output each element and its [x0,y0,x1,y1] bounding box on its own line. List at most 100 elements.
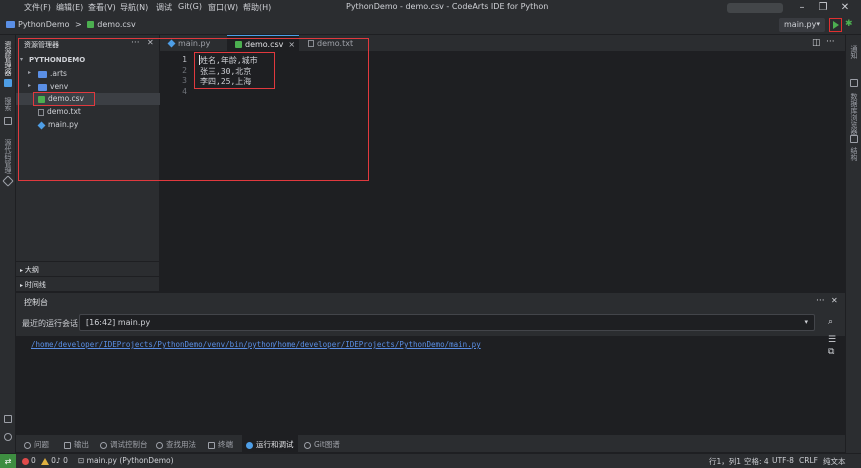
strip-source-control[interactable]: 源代码管理 [3,139,13,174]
tab-label: demo.csv [245,40,284,49]
menu-debug[interactable]: 调试 [156,2,172,13]
menu-view[interactable]: 查看(V) [88,2,116,13]
status-eol[interactable]: CRLF [799,456,818,465]
project-root[interactable]: ▾ PYTHONDEMO [16,55,160,67]
close-panel-icon[interactable]: ✕ [831,296,838,305]
warning-icon [41,457,50,465]
timeline-label: 时间线 [24,281,46,289]
folder-icon [38,83,47,91]
console-output[interactable]: /home/developer/IDEProjects/PythonDemo/v… [22,337,816,432]
tree-item-venv[interactable]: ▸ venv [16,81,160,93]
tab-demo-csv[interactable]: demo.csv × [227,35,299,52]
account-icon[interactable] [4,415,12,423]
menu-edit[interactable]: 编辑(E) [56,2,83,13]
more-actions-icon[interactable]: ··· [131,38,140,48]
play-icon [833,21,839,29]
text-file-icon [308,40,314,47]
blurred-account-area [727,3,783,13]
tab-problems[interactable]: 问题 [24,435,49,453]
structure-icon[interactable] [850,135,858,143]
status-encoding[interactable]: UTF-8 [772,456,794,465]
more-actions-icon[interactable]: ··· [816,296,825,306]
status-problems[interactable]: 0 0 [22,456,56,465]
tree-item-demo-txt[interactable]: demo.txt [16,106,160,118]
status-extra[interactable]: ♪ 0 [56,456,68,465]
python-file-icon [37,121,46,129]
python-file-icon [167,39,176,48]
tab-label: 输出 [74,440,89,449]
menu-help[interactable]: 帮助(H) [243,2,271,13]
close-panel-icon[interactable]: ✕ [147,38,154,47]
run-button[interactable] [829,18,842,32]
editor-tabs: main.py demo.csv × demo.txt ◫ ··· [160,35,845,52]
tab-label: demo.txt [317,39,354,48]
code-editor[interactable]: 1 姓名,年龄,城市 2 张三,30,北京 3 李四,25,上海 4 [160,52,845,291]
tab-terminal[interactable]: 终端 [208,435,233,453]
error-icon [22,457,29,465]
tree-item-main-py[interactable]: main.py [16,119,160,131]
tree-item-label: demo.csv [48,94,84,103]
chevron-down-icon: ▾ [804,318,808,326]
error-count: 0 [31,456,36,465]
strip-explorer[interactable]: 资源管理器 [3,41,13,76]
breadcrumb[interactable]: PythonDemo > demo.csv [6,20,136,29]
line-number: 1 [182,55,187,64]
search-icon[interactable]: ⌕ [828,317,833,327]
wrap-lines-icon[interactable]: ☰ [828,335,836,345]
code-line[interactable]: 李四,25,上海 [200,76,251,87]
strip-search[interactable]: 搜索 [3,97,13,111]
search-icon[interactable] [4,117,12,125]
minimize-icon[interactable]: – [795,1,809,15]
tab-git-graph[interactable]: Git图谱 [304,435,340,453]
timeline-section[interactable]: ▸ 时间线 [16,276,160,291]
close-window-icon[interactable]: ✕ [838,1,852,15]
tab-debug-console[interactable]: 调试控制台 [100,435,148,453]
more-actions-icon[interactable]: ··· [826,37,835,47]
status-run-item[interactable]: ⊡ main.py (PythonDemo) [78,456,174,465]
console-title: 控制台 [24,298,48,307]
menu-git[interactable]: Git(G) [178,2,202,11]
remote-icon[interactable]: ⇄ [0,454,16,468]
tab-label: Git图谱 [314,440,340,449]
outline-section[interactable]: ▸ 大纲 [16,261,160,276]
status-position[interactable]: 行1，列1 [709,456,741,467]
tree-item-arts[interactable]: ▸ .arts [16,68,160,80]
explorer-icon[interactable] [4,79,12,87]
strip-database[interactable]: 数据库浏览器 [849,93,859,135]
database-icon[interactable] [850,79,858,87]
extra-count: 0 [63,456,68,465]
tab-output[interactable]: 输出 [64,435,89,453]
git-icon[interactable] [2,175,14,187]
tab-demo-txt[interactable]: demo.txt [300,35,366,52]
maximize-icon[interactable]: ❐ [816,1,830,15]
split-editor-icon[interactable]: ◫ [812,38,821,48]
code-line[interactable]: 姓名,年龄,城市 [200,55,258,66]
tab-find-usages[interactable]: 查找用法 [156,435,196,453]
toolbar: PythonDemo > demo.csv main.py ▾ ✱ [0,16,861,35]
tab-main-py[interactable]: main.py [160,35,226,52]
tree-item-label: venv [50,82,69,91]
run-item-icon: ⊡ [78,456,87,465]
chevron-right-icon: ▸ [28,82,32,89]
menu-navigate[interactable]: 导航(N) [120,2,148,13]
status-language[interactable]: 纯文本 [823,456,846,467]
strip-notifications[interactable]: 通知 [849,45,859,59]
session-select[interactable]: [16:42] main.py ▾ [79,314,815,331]
status-spaces[interactable]: 空格: 4 [744,456,769,467]
gear-icon[interactable] [4,433,12,441]
tab-run-debug[interactable]: 运行和调试 [242,435,298,453]
console-path-link[interactable]: /home/developer/IDEProjects/PythonDemo/m… [273,340,481,349]
copy-icon[interactable]: ⧉ [828,347,834,357]
menu-window[interactable]: 窗口(W) [208,2,238,13]
console-path-link[interactable]: /home/developer/IDEProjects/PythonDemo/v… [31,340,275,349]
close-tab-icon[interactable]: × [288,40,295,49]
tree-item-demo-csv[interactable]: demo.csv [16,93,160,105]
debug-icon[interactable]: ✱ [845,19,855,29]
breadcrumb-file[interactable]: demo.csv [97,20,135,29]
breadcrumb-project[interactable]: PythonDemo [18,20,70,29]
tab-label: main.py [178,39,211,48]
strip-structure[interactable]: 结构 [849,147,859,161]
menu-file[interactable]: 文件(F) [24,2,51,13]
console-header: 控制台 ··· ✕ [16,292,845,309]
run-config-select[interactable]: main.py ▾ [779,18,825,32]
